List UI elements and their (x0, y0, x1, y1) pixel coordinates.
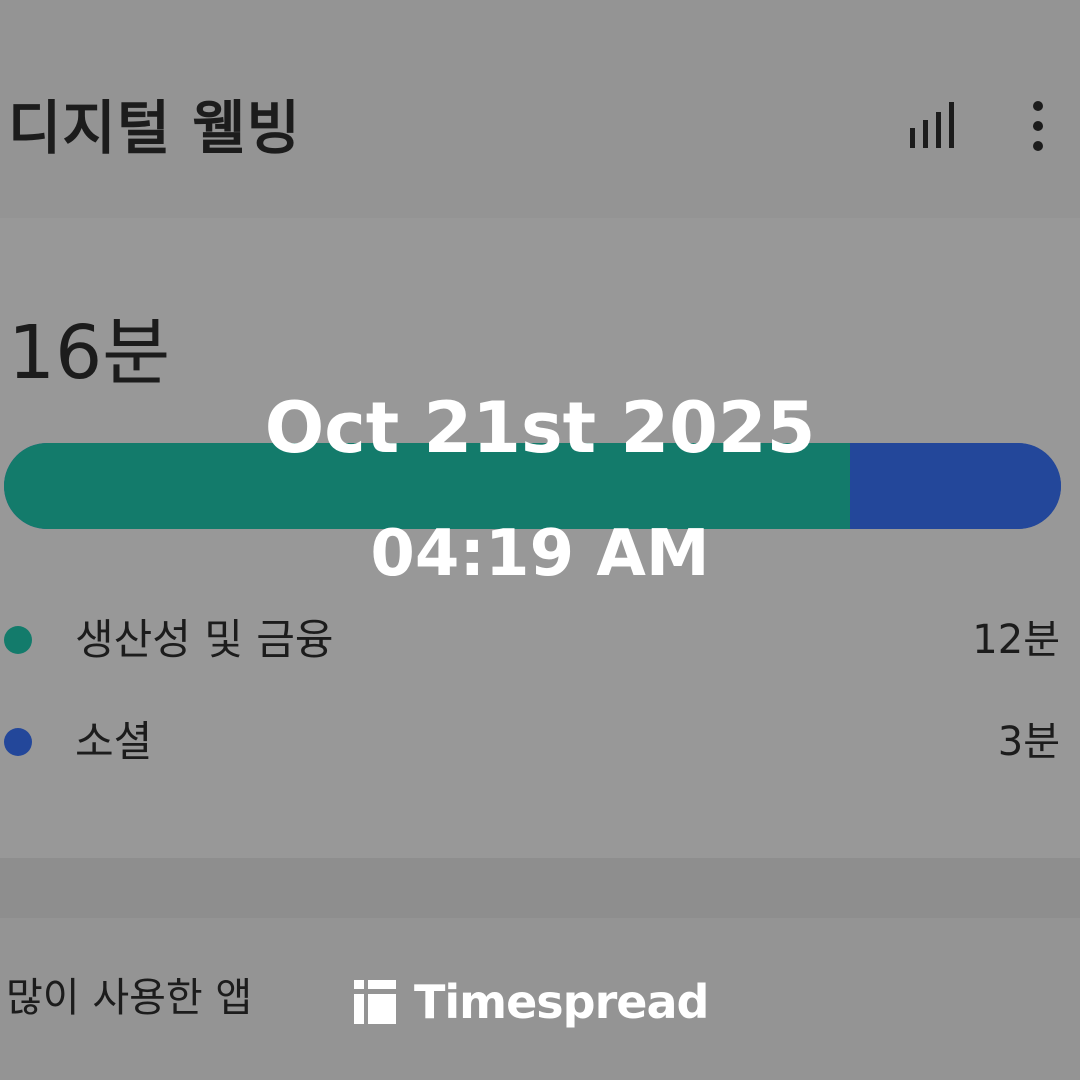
bar-chart-icon[interactable] (904, 98, 960, 154)
total-usage-time: 16분 (8, 310, 171, 396)
watermark: Timespread (354, 972, 709, 1032)
overlay-date: Oct 21st 2025 (264, 387, 816, 469)
category-time: 3분 (997, 719, 1060, 765)
productivity-dot-icon (4, 626, 32, 654)
page-title: 디지털 웰빙 (8, 94, 301, 162)
category-row-social[interactable]: 소셜 3분 (0, 706, 1080, 776)
social-dot-icon (4, 728, 32, 756)
watermark-text: Timespread (414, 975, 709, 1029)
timespread-logo-icon (354, 980, 396, 1024)
category-row-productivity[interactable]: 생산성 및 금융 12분 (0, 604, 1080, 674)
overlay-time: 04:19 AM (370, 517, 710, 591)
category-label: 생산성 및 금융 (75, 615, 334, 664)
most-used-apps-title: 많이 사용한 앱 (6, 975, 253, 1021)
category-label: 소셜 (75, 717, 153, 766)
app-bar: 디지털 웰빙 (0, 0, 1080, 218)
section-divider (0, 858, 1080, 918)
more-vert-icon[interactable] (1018, 98, 1058, 154)
category-time: 12분 (972, 617, 1060, 663)
